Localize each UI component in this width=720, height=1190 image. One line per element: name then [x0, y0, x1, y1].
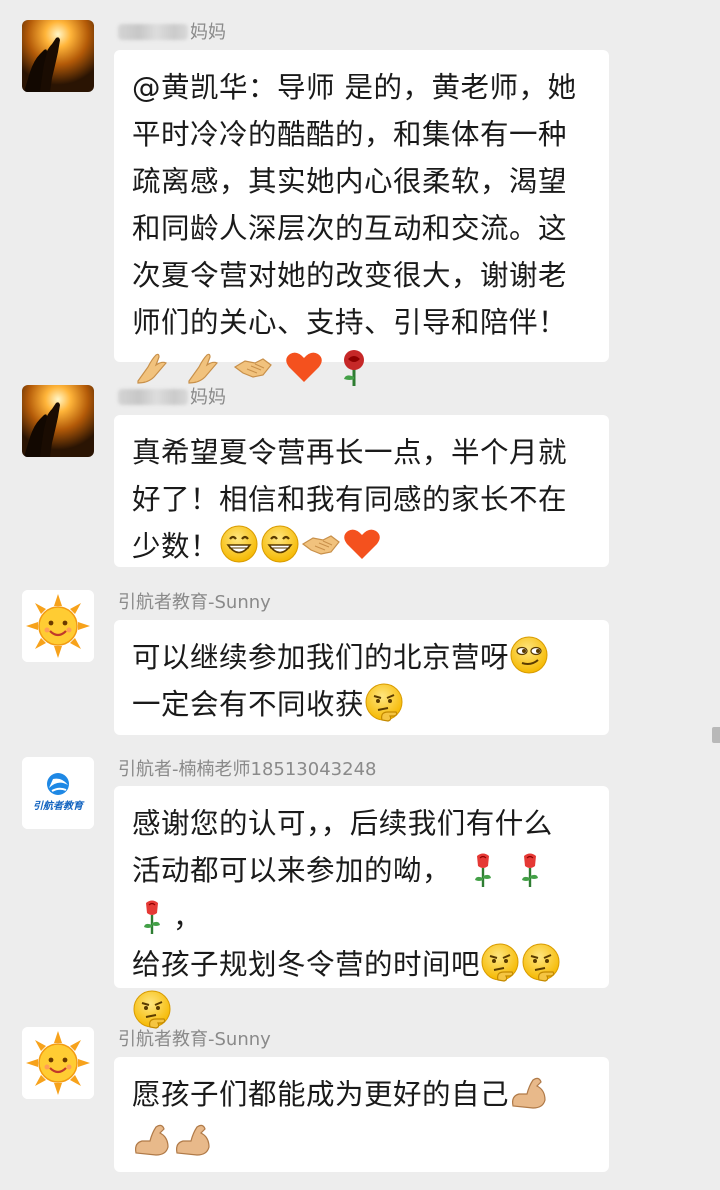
sender-name: 妈妈 — [118, 18, 226, 48]
message-line: 平时冷冷的酷酷的，和集体有一种 — [132, 118, 568, 151]
emoji-row — [132, 1118, 593, 1165]
message-line: 和同龄人深层次的互动和交流。这 — [132, 212, 568, 245]
message-line: @黄凯华：导师 是的，黄老师，她 — [132, 71, 577, 104]
message-bubble[interactable]: 愿孩子们都能成为更好的自己 — [114, 1057, 609, 1172]
message-line: 好了！相信和我有同感的家长不在 — [132, 483, 568, 516]
message-line: 真希望夏令营再长一点，半个月就 — [132, 436, 568, 469]
sun-avatar[interactable] — [22, 590, 94, 662]
rose-icon — [475, 853, 492, 887]
heart-icon — [344, 529, 380, 559]
flexed-biceps-icon — [176, 1124, 210, 1156]
thinking-face-icon — [522, 943, 560, 982]
thinking-face-icon — [365, 683, 403, 722]
scrollbar-thumb[interactable] — [712, 727, 720, 743]
message-bubble[interactable]: 真希望夏令营再长一点，半个月就 好了！相信和我有同感的家长不在 少数！ — [114, 415, 609, 567]
rose-icon — [144, 900, 160, 934]
message-line: 疏离感，其实她内心很柔软，渴望 — [132, 165, 568, 198]
sender-name: 引航者教育-Sunny — [118, 1029, 271, 1050]
message-line-with-emoji: 一定会有不同收获 — [132, 681, 593, 728]
sender-name: 引航者教育-Sunny — [118, 592, 271, 613]
message-bubble[interactable]: 可以继续参加我们的北京营呀 一定会有不同收获 — [114, 620, 609, 735]
message-line-with-emoji: 给孩子规划冬令营的时间吧 — [132, 941, 593, 988]
flexed-biceps-icon — [512, 1077, 546, 1109]
rose-icon — [344, 350, 365, 386]
message-bubble[interactable]: 感谢您的认可，，后续我们有什么 活动都可以来参加的呦，， 给孩子规划冬令营的时间… — [114, 786, 609, 1029]
message-line-with-emoji: 少数！ — [132, 523, 593, 570]
sender-name: 引航者-楠楠老师18513043248 — [118, 759, 377, 780]
folded-hands-icon — [137, 353, 167, 384]
message-line-with-emoji: 愿孩子们都能成为更好的自己 — [132, 1071, 593, 1118]
handshake-icon — [301, 535, 340, 555]
flexed-biceps-icon — [135, 1124, 169, 1156]
thinking-face-icon — [481, 943, 519, 982]
message-line-with-emoji: 活动都可以来参加的呦，， — [132, 847, 593, 941]
praying-hands-sunset-avatar[interactable] — [22, 20, 94, 92]
praying-hands-sunset-avatar[interactable] — [22, 385, 94, 457]
folded-hands-icon — [187, 353, 218, 384]
grinning-face-icon — [261, 525, 299, 563]
thinking-face-icon — [133, 990, 171, 1029]
yinhangzhe-logo-avatar[interactable]: 引航者教育 — [22, 757, 94, 829]
rose-icon — [522, 853, 539, 887]
redacted-name — [118, 24, 188, 40]
message-line: 感谢您的认可，，后续我们有什么 — [132, 807, 553, 840]
heart-icon — [285, 352, 322, 382]
sender-name: 妈妈 — [118, 383, 226, 413]
logo-text: 引航者教育 — [33, 801, 83, 812]
handshake-icon — [234, 358, 272, 378]
grinning-face-icon — [220, 525, 258, 563]
redacted-name — [118, 389, 188, 405]
message-line: 次夏令营对她的改变很大，谢谢老 — [132, 259, 568, 292]
message-line-with-emoji: 可以继续参加我们的北京营呀 — [132, 634, 593, 681]
sun-avatar[interactable] — [22, 1027, 94, 1099]
message-line: 师们的关心、支持、引导和陪伴！ — [132, 306, 568, 339]
message-bubble[interactable]: @黄凯华：导师 是的，黄老师，她 平时冷冷的酷酷的，和集体有一种 疏离感，其实她… — [114, 50, 609, 386]
smirk-face-icon — [510, 636, 548, 674]
